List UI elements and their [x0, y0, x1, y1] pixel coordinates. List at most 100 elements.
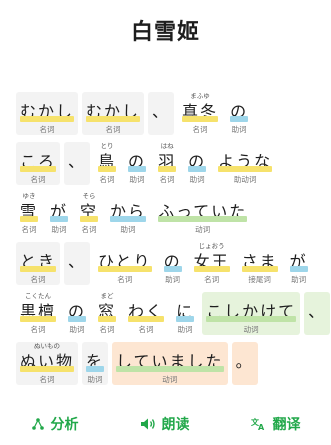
pos-highlight	[308, 316, 326, 322]
word-token[interactable]: こしかけて 动词	[202, 292, 301, 335]
sentence-row: こくたん 黒檀 名词の助词 まど窓名词 わく 名词に助词 こしかけて 动词、	[16, 292, 331, 335]
part-of-speech-label: 助词	[177, 325, 193, 334]
part-of-speech-label: 名词	[30, 325, 46, 334]
part-of-speech-label: 助词	[51, 225, 67, 234]
word-token[interactable]: はね羽名词	[154, 142, 180, 185]
word-token[interactable]: わく 名词	[124, 292, 168, 335]
part-of-speech-label: 名词	[138, 325, 154, 334]
translate-button[interactable]: 文 A 翻译	[251, 414, 301, 434]
part-of-speech-label: 动词	[243, 325, 259, 334]
word-token[interactable]: 、	[64, 142, 91, 185]
pos-highlight	[116, 366, 224, 372]
pos-highlight	[128, 316, 165, 322]
word-token[interactable]: ころ 名词	[16, 142, 61, 185]
part-of-speech-label: 名词	[39, 125, 55, 134]
part-of-speech-label: 助词	[165, 275, 181, 284]
word-token[interactable]: そら空名词	[76, 192, 102, 235]
pos-highlight	[110, 216, 147, 222]
pos-highlight	[20, 316, 57, 322]
word-token[interactable]: とき 名词	[16, 242, 61, 285]
word-token[interactable]: まふゆ 真冬 名词	[178, 92, 222, 135]
word-token[interactable]: 、	[64, 242, 91, 285]
part-of-speech-label: 动词	[195, 225, 211, 234]
furigana: ぬいもの	[34, 342, 60, 350]
pos-highlight	[68, 266, 86, 272]
word-token[interactable]: していました 动词	[112, 342, 228, 385]
pos-highlight	[80, 216, 99, 222]
sentence-row: ゆき雪名词が助词 そら空名词 から 助词 ふっていた 动词	[16, 192, 316, 235]
pos-highlight	[241, 266, 278, 272]
pos-highlight	[152, 116, 170, 122]
furigana: ゆき	[22, 192, 36, 200]
pos-highlight	[230, 116, 249, 122]
word-token[interactable]: ふっていた 动词	[154, 192, 251, 235]
part-of-speech-label: 名词	[30, 175, 46, 184]
word-token[interactable]: こくたん 黒檀 名词	[16, 292, 60, 335]
part-of-speech-label: 名词	[204, 275, 220, 284]
read-aloud-button[interactable]: 朗读	[140, 414, 190, 434]
part-of-speech-label: 助动词	[233, 175, 257, 184]
word-token[interactable]: の助词	[184, 142, 210, 185]
furigana: こくたん	[25, 292, 51, 300]
part-of-speech-label: 名词	[21, 225, 37, 234]
pos-highlight	[20, 266, 57, 272]
pos-highlight	[20, 116, 75, 122]
analyze-button[interactable]: 分析	[31, 414, 79, 434]
word-token[interactable]: から 助词	[106, 192, 150, 235]
word-token[interactable]: に助词	[172, 292, 198, 335]
pos-highlight	[50, 216, 69, 222]
part-of-speech-label: 动词	[162, 375, 178, 384]
word-token[interactable]: ような 助动词	[214, 142, 276, 185]
word-token[interactable]: の助词	[64, 292, 90, 335]
part-of-speech-label: 名词	[99, 325, 115, 334]
pos-highlight	[98, 166, 117, 172]
furigana: まど	[100, 292, 114, 300]
word-token[interactable]: まど窓名词	[94, 292, 120, 335]
word-token[interactable]: 、	[304, 292, 331, 335]
pos-highlight	[206, 316, 297, 322]
word-token[interactable]: じょおう 女王 名词	[190, 242, 234, 285]
word-token[interactable]: が助词	[286, 242, 312, 285]
part-of-speech-label: 助词	[231, 125, 247, 134]
word-token[interactable]: さま 接尾词	[238, 242, 282, 285]
part-of-speech-label: 助词	[69, 325, 85, 334]
word-token[interactable]: の助词	[160, 242, 186, 285]
part-of-speech-label: 助词	[189, 175, 205, 184]
pos-highlight	[289, 266, 308, 272]
word-token[interactable]: ゆき雪名词	[16, 192, 42, 235]
pos-highlight	[98, 316, 117, 322]
furigana: じょおう	[198, 242, 225, 250]
word-token[interactable]: の助词	[124, 142, 150, 185]
sentence-row: とき 名词、ひとり 名词の助词 じょおう 女王 名词 さま 接尾词が助词	[16, 242, 316, 285]
part-of-speech-label: 名词	[105, 125, 121, 134]
pos-highlight	[218, 166, 273, 172]
pos-highlight	[158, 166, 177, 172]
part-of-speech-label: 接尾词	[248, 275, 271, 284]
analyze-icon	[31, 417, 45, 431]
part-of-speech-label: 名词	[30, 275, 46, 284]
word-token[interactable]: を助词	[82, 342, 109, 385]
pos-highlight	[188, 166, 207, 172]
pos-highlight	[158, 216, 248, 222]
furigana: はね	[160, 142, 174, 150]
word-token[interactable]: とり鳥名词	[94, 142, 120, 185]
word-token[interactable]: ひとり 名词	[94, 242, 156, 285]
analyze-label: 分析	[50, 417, 79, 433]
page-title: 白雪姬	[130, 20, 200, 45]
pos-highlight	[236, 366, 254, 372]
word-token[interactable]: 。	[231, 342, 258, 385]
pos-highlight	[68, 316, 87, 322]
pos-highlight	[163, 266, 182, 272]
word-token[interactable]: の助词	[226, 92, 252, 135]
word-token[interactable]: むかし 名词	[16, 92, 79, 135]
part-of-speech-label: 名词	[39, 375, 55, 384]
word-token[interactable]: が助词	[46, 192, 72, 235]
word-token[interactable]: ぬいもの ぬい物 名词	[16, 342, 79, 385]
part-of-speech-label: 名词	[192, 125, 208, 134]
pos-highlight	[20, 366, 75, 372]
speaker-icon	[140, 417, 156, 431]
part-of-speech-label: 助词	[291, 275, 307, 284]
sentence-row: ぬいもの ぬい物 名词を助词 していました 动词。	[16, 342, 316, 385]
word-token[interactable]: むかし 名词	[82, 92, 145, 135]
word-token[interactable]: 、	[148, 92, 175, 135]
